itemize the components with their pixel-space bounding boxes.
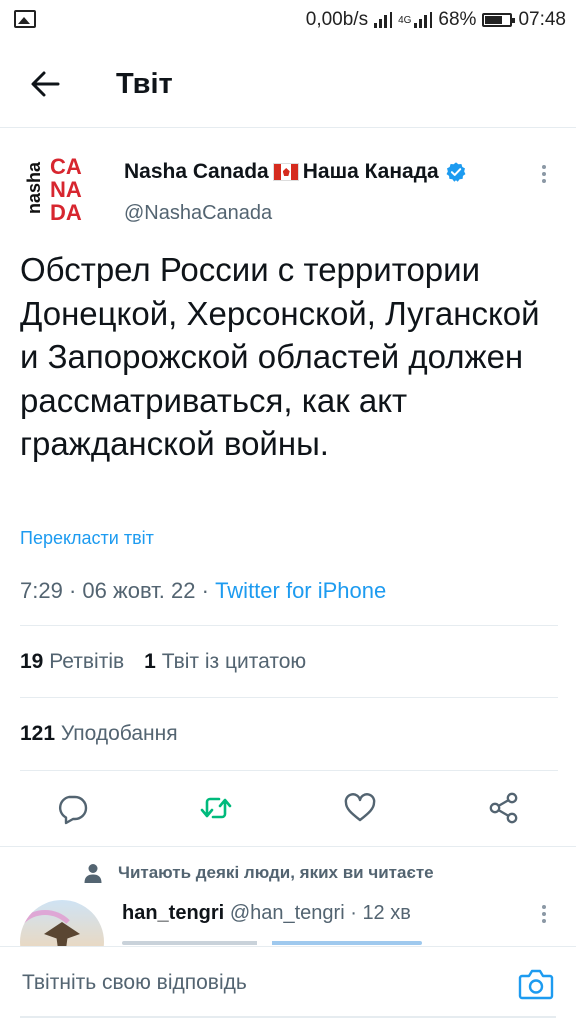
likes-count: 121 xyxy=(20,722,56,745)
reply-button[interactable] xyxy=(54,790,90,826)
meta-separator: · xyxy=(68,578,77,603)
share-button[interactable] xyxy=(486,790,522,826)
quotes-stat[interactable]: 1 Твіт із цитатою xyxy=(144,650,306,674)
status-bar: 0,00b/s 4G 68% 07:48 xyxy=(0,0,576,40)
comment-icon xyxy=(59,795,88,825)
likes-label: Уподобання xyxy=(60,722,178,745)
logo-line-na: NA xyxy=(50,177,82,202)
quotes-label: Твіт із цитатою xyxy=(161,650,307,673)
retweets-count: 19 xyxy=(20,650,44,673)
gallery-notification-icon xyxy=(14,10,36,28)
divider xyxy=(20,697,558,698)
social-context: Читають деякі люди, яких ви читаєте xyxy=(82,862,434,884)
network-type: 4G xyxy=(398,14,412,26)
back-button[interactable] xyxy=(26,66,66,102)
more-options-icon[interactable] xyxy=(534,162,554,186)
divider xyxy=(20,625,558,626)
tweet-time: 7:29 xyxy=(20,578,63,603)
status-indicators: 0,00b/s 4G 68% 07:48 xyxy=(306,8,566,32)
divider xyxy=(20,770,558,771)
tweet-source-link[interactable]: Twitter for iPhone xyxy=(215,578,386,603)
social-context-text: Читають деякі люди, яких ви читаєте xyxy=(118,863,434,882)
reply-author-handle: @han_tengri xyxy=(229,902,345,924)
tweet-date: 06 жовт. 22 xyxy=(82,578,196,603)
camera-icon xyxy=(518,969,554,1000)
reply-text-cropped xyxy=(122,936,422,946)
logo-line-da: DA xyxy=(50,200,82,225)
reply-age: 12 хв xyxy=(362,902,411,924)
share-icon xyxy=(489,792,518,824)
author-handle[interactable]: @NashaCanada xyxy=(124,202,272,225)
battery-percent: 68% xyxy=(438,9,477,30)
network-speed: 0,00b/s xyxy=(305,9,369,30)
nasha-canada-logo: nasha CA NA DA xyxy=(24,154,82,225)
page-title: Твіт xyxy=(116,68,173,100)
reply-author-name: han_tengri xyxy=(122,902,225,924)
bottom-divider xyxy=(20,1016,556,1018)
canada-flag-icon xyxy=(272,163,299,181)
reply-separator: · xyxy=(350,902,357,924)
person-icon xyxy=(84,864,102,883)
signal-icon xyxy=(374,12,393,28)
tweet-meta: 7:29 · 06 жовт. 22 · Twitter for iPhone xyxy=(20,578,386,604)
retweets-label: Ретвітів xyxy=(49,650,125,673)
tweet-stats: 19 Ретвітів 1 Твіт із цитатою xyxy=(20,650,306,674)
retweet-button[interactable] xyxy=(198,790,234,826)
signal-icon-2 xyxy=(414,12,433,28)
logo-line-ca: CA xyxy=(50,154,82,179)
author-name[interactable]: Nasha Canada Наша Канада xyxy=(124,160,467,184)
logo-line-nasha: nasha xyxy=(24,161,44,214)
likes-stat[interactable]: 121 Уподобання xyxy=(20,722,178,746)
author-avatar[interactable]: nasha CA NA DA xyxy=(20,150,100,230)
author-name-latin: Nasha Canada xyxy=(124,160,269,183)
thread-divider xyxy=(0,846,576,847)
like-button[interactable] xyxy=(342,790,378,826)
camera-button[interactable] xyxy=(518,967,554,1001)
reply-composer: Твітніть свою відповідь xyxy=(0,946,576,1024)
verified-badge-icon xyxy=(446,162,466,182)
translate-tweet-link[interactable]: Перекласти твіт xyxy=(20,528,154,549)
tweet-text: Обстрел России с территории Донецкой, Хе… xyxy=(20,251,540,462)
likes-stats: 121 Уподобання xyxy=(20,722,178,746)
quotes-count: 1 xyxy=(144,650,156,673)
battery-icon xyxy=(482,13,516,27)
meta-separator-2: · xyxy=(201,578,209,603)
app-header: Твіт xyxy=(0,40,576,128)
tweet-actions xyxy=(0,780,576,836)
reply-more-options-icon[interactable] xyxy=(534,902,554,926)
retweets-stat[interactable]: 19 Ретвітів xyxy=(20,650,124,674)
reply-header[interactable]: han_tengri @han_tengri · 12 хв xyxy=(122,902,411,925)
reply-input[interactable]: Твітніть свою відповідь xyxy=(22,971,247,995)
retweet-icon xyxy=(200,797,232,819)
arrow-left-icon xyxy=(31,71,60,97)
heart-icon xyxy=(344,793,376,822)
author-name-cyrillic: Наша Канада xyxy=(302,160,439,183)
clock: 07:48 xyxy=(518,9,566,30)
